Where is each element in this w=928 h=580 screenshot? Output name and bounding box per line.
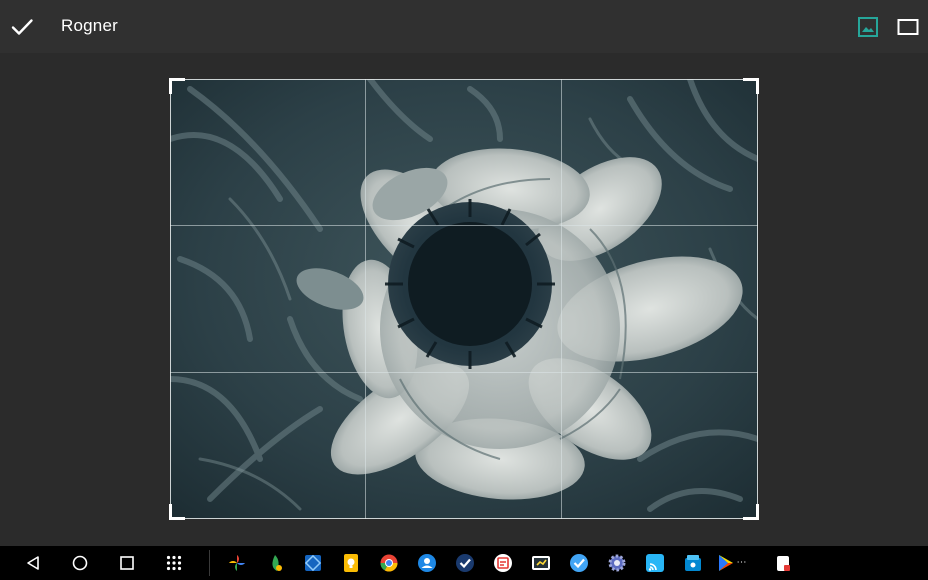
app-drawer-icon [166,555,181,571]
dock-app-google-photos[interactable] [218,546,256,580]
more-dots-icon: ⋯ [736,557,747,568]
keep-icon [341,553,361,573]
aspect-rectangle-button[interactable] [888,0,928,53]
snapseed-icon [265,553,285,573]
page-title: Rogner [61,16,118,35]
cast-icon [645,553,665,573]
system-navbar: ⋯ [0,546,928,580]
settings-blue-icon [303,553,323,573]
crop-handle-top-right[interactable] [743,78,759,94]
dock-app-snapseed[interactable] [256,546,294,580]
crop-editor: Rogner ⋯ [0,0,928,580]
dock-app-keep[interactable] [332,546,370,580]
crop-handle-bottom-right[interactable] [743,504,759,520]
recents-icon [119,556,134,570]
google-photos-icon [227,553,247,573]
settings-gear-icon [607,553,627,573]
chrome-icon [379,553,399,573]
dock-app-settings-gear[interactable] [598,546,636,580]
app-dock: ⋯ [218,546,802,580]
crop-handle-top-left[interactable] [169,78,185,94]
recents-button[interactable] [103,546,150,580]
dock-app-tasks-check[interactable] [560,546,598,580]
dock-app-settings-blue[interactable] [294,546,332,580]
crop-border [170,79,758,519]
top-toolbar: Rogner [0,0,928,53]
dock-app-play-store[interactable]: ⋯ [712,546,750,580]
aspect-free-icon [858,16,878,37]
dock-app-tasks[interactable] [446,546,484,580]
crop-frame[interactable] [170,79,758,519]
done-button[interactable] [0,0,44,53]
app-drawer-button[interactable] [150,546,197,580]
home-icon [72,555,87,571]
calendar-icon [493,553,513,573]
dock-app-cast[interactable] [636,546,674,580]
crop-handle-bottom-left[interactable] [169,504,185,520]
tasks-check-icon [569,553,589,573]
screenshot-icon [531,553,551,573]
dock-app-screenshot[interactable] [522,546,560,580]
dock-app-contacts[interactable] [408,546,446,580]
aspect-rectangle-icon [897,18,919,35]
tasks-icon [455,553,475,573]
back-button[interactable] [9,546,56,580]
dock-app-chrome[interactable] [370,546,408,580]
dock-divider [209,550,210,576]
store-icon [683,553,703,573]
dock-app-calendar[interactable] [484,546,522,580]
aspect-ratio-group [848,0,928,53]
play-store-icon [716,553,736,573]
aspect-free-button[interactable] [848,0,888,53]
notes-app-icon [773,553,793,573]
dock-app-notes-app[interactable] [764,546,802,580]
contacts-icon [417,553,437,573]
dock-app-store[interactable] [674,546,712,580]
back-icon [26,556,39,570]
home-button[interactable] [56,546,103,580]
check-icon [11,18,33,35]
